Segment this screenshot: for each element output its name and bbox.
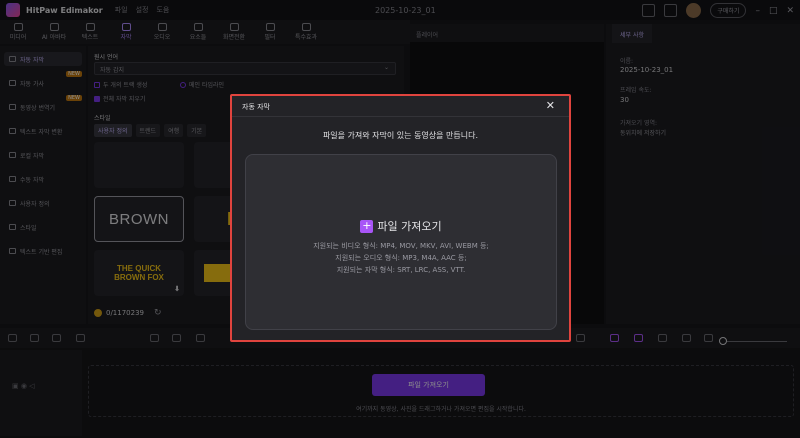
- dialog-dropzone[interactable]: + 파일 가져오기 지원되는 비디오 형식: MP4, MOV, MKV, AV…: [245, 154, 557, 330]
- plus-icon: +: [360, 218, 374, 233]
- auto-subtitle-dialog: 자동 자막 ✕ 파일을 가져와 자막이 있는 동영상을 만듭니다. + 파일 가…: [230, 94, 571, 342]
- dialog-divider: [232, 116, 569, 117]
- audio-formats: 지원되는 오디오 형식: MP3, M4A, AAC 등;: [335, 254, 467, 262]
- subtitle-formats: 지원되는 자막 형식: SRT, LRC, ASS, VTT.: [336, 266, 466, 274]
- dialog-import-label: 파일 가져오기: [377, 220, 442, 233]
- dialog-message: 파일을 가져와 자막이 있는 동영상을 만듭니다.: [322, 131, 479, 140]
- dialog-import-button[interactable]: + 파일 가져오기: [246, 218, 556, 234]
- dialog-title: 자동 자막: [242, 103, 270, 111]
- close-icon[interactable]: ✕: [546, 99, 555, 112]
- video-formats: 지원되는 비디오 형식: MP4, MOV, MKV, AVI, WEBM 등;: [313, 242, 489, 250]
